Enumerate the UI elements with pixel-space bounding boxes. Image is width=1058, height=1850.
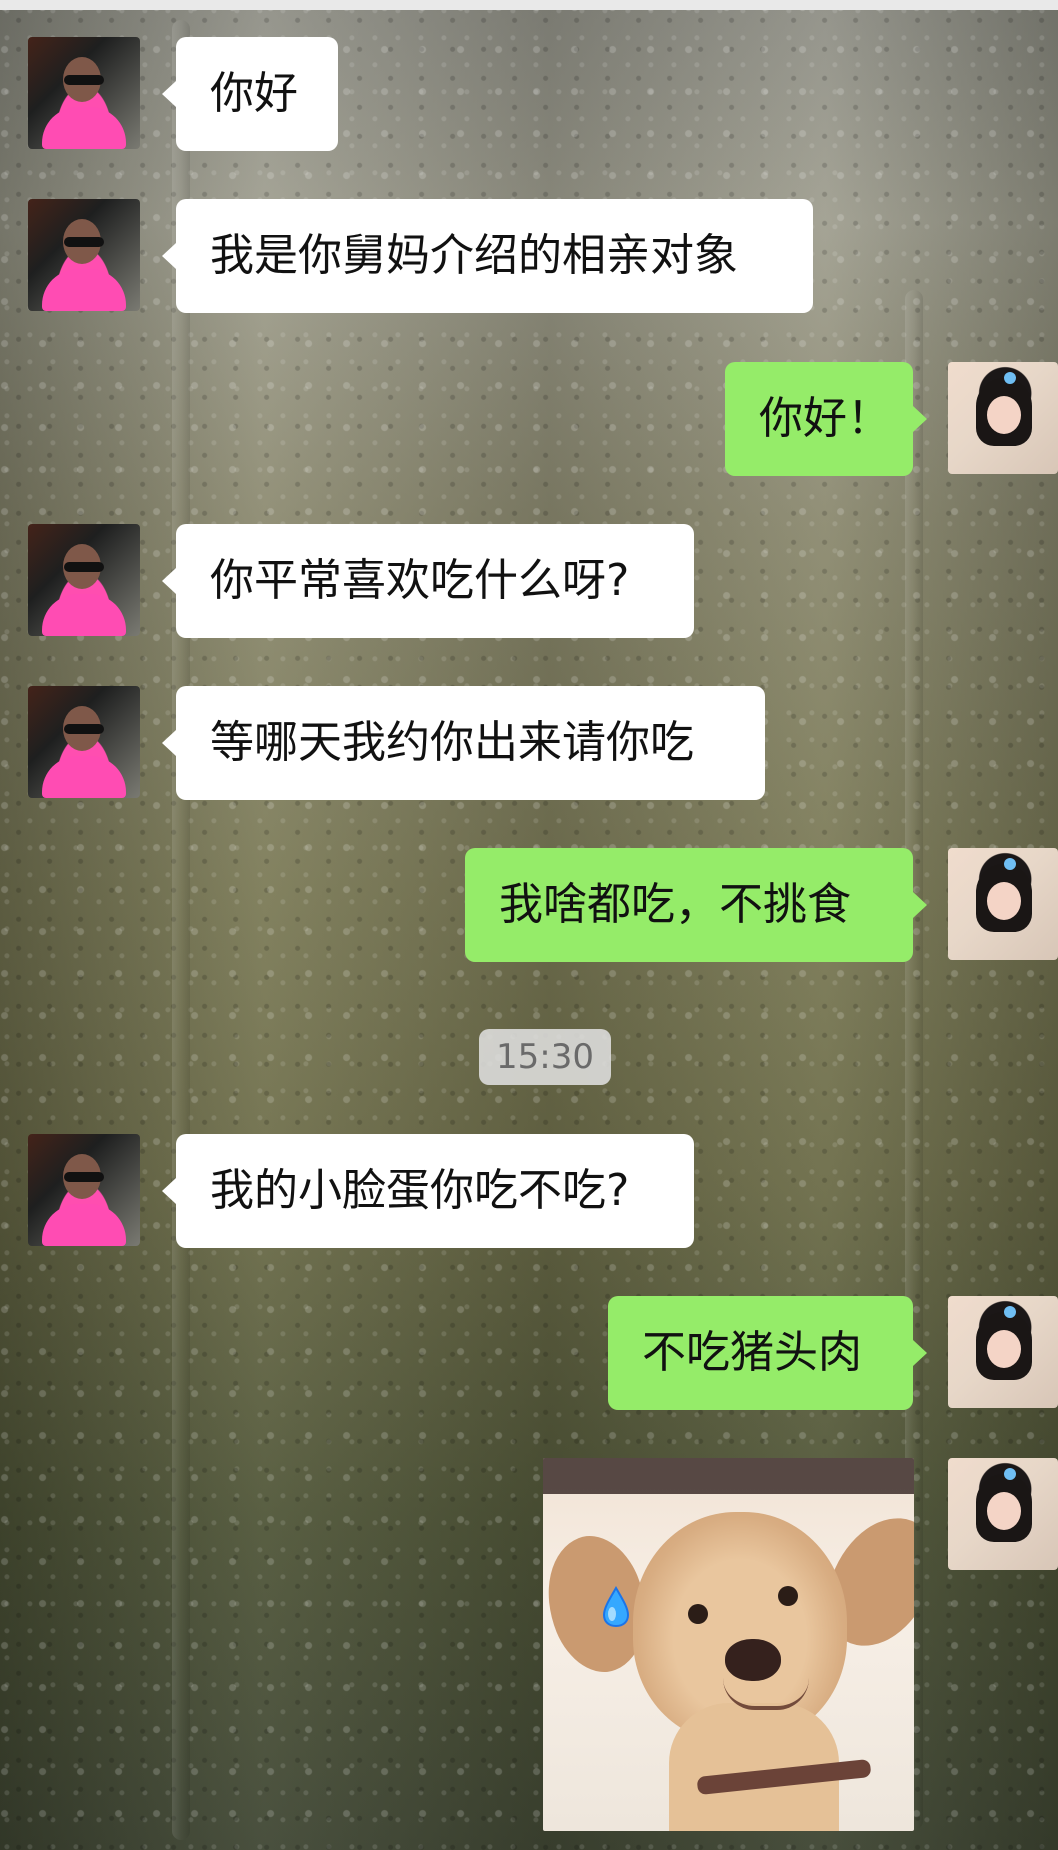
- pink-shirt-icon: [42, 269, 126, 311]
- sunglasses-icon: [64, 75, 104, 85]
- hair-clip-icon: [1004, 1306, 1016, 1318]
- male-avatar[interactable]: [28, 524, 140, 636]
- dog-nose: [725, 1639, 781, 1681]
- female-avatar[interactable]: [948, 1296, 1058, 1408]
- message-bubble-left[interactable]: 等哪天我约你出来请你吃: [162, 686, 765, 800]
- message-bubble-left[interactable]: 你好: [162, 37, 338, 151]
- sunglasses-icon: [64, 562, 104, 572]
- female-avatar[interactable]: [948, 1458, 1058, 1570]
- pink-shirt-icon: [42, 1204, 126, 1246]
- female-avatar-face: [987, 1330, 1021, 1368]
- male-avatar[interactable]: [28, 686, 140, 798]
- hair-clip-icon: [1004, 1468, 1016, 1480]
- female-avatar[interactable]: [948, 848, 1058, 960]
- female-avatar-face: [987, 396, 1021, 434]
- sunglasses-icon: [64, 1172, 104, 1182]
- hair-clip-icon: [1004, 372, 1016, 384]
- image-background-band: [543, 1458, 914, 1494]
- male-avatar[interactable]: [28, 1134, 140, 1246]
- message-bubble-left[interactable]: 我是你舅妈介绍的相亲对象: [162, 199, 813, 313]
- sweat-drop-icon: [602, 1586, 630, 1628]
- male-avatar[interactable]: [28, 37, 140, 149]
- pink-shirt-icon: [42, 594, 126, 636]
- male-avatar[interactable]: [28, 199, 140, 311]
- top-status-strip: [0, 0, 1058, 10]
- dog-meme-image-message[interactable]: [543, 1458, 914, 1831]
- pink-shirt-icon: [42, 107, 126, 149]
- dog-right-eye: [778, 1586, 798, 1606]
- message-bubble-right[interactable]: 不吃猪头肉: [608, 1296, 927, 1410]
- sunglasses-icon: [64, 724, 104, 734]
- message-bubble-right[interactable]: 你好！: [725, 362, 927, 476]
- female-avatar-face: [987, 1492, 1021, 1530]
- message-bubble-left[interactable]: 我的小脸蛋你吃不吃?: [162, 1134, 694, 1248]
- sunglasses-icon: [64, 237, 104, 247]
- message-bubble-right[interactable]: 我啥都吃，不挑食: [465, 848, 927, 962]
- dog-left-eye: [688, 1604, 708, 1624]
- hair-clip-icon: [1004, 858, 1016, 870]
- message-bubble-left[interactable]: 你平常喜欢吃什么呀?: [162, 524, 694, 638]
- chat-timestamp: 15:30: [479, 1029, 611, 1085]
- pink-shirt-icon: [42, 756, 126, 798]
- female-avatar[interactable]: [948, 362, 1058, 474]
- female-avatar-face: [987, 882, 1021, 920]
